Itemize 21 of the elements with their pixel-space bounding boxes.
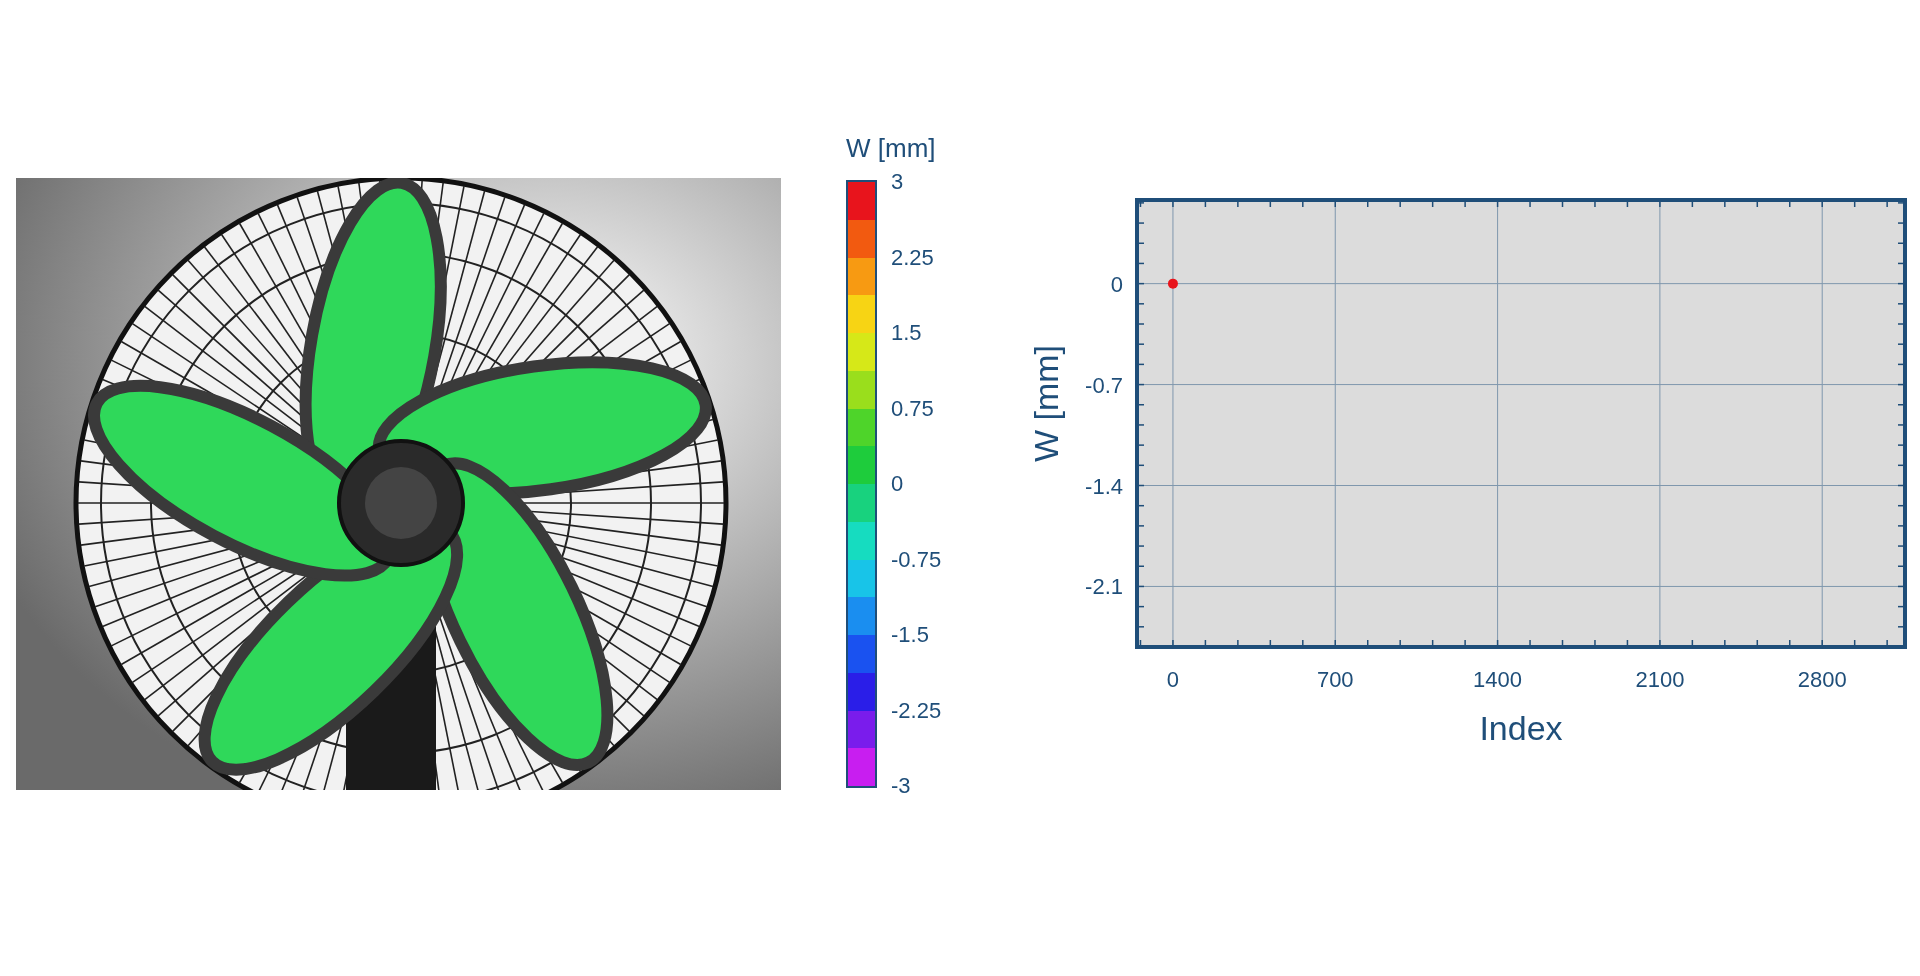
- x-tick-label: 0: [1166, 667, 1180, 692]
- x-tick-label: 2100: [1635, 667, 1685, 692]
- colorbar-label: 0.75: [891, 395, 935, 422]
- y-tick-label: 0: [1110, 271, 1123, 297]
- colorbar-label: 2.25: [891, 244, 935, 271]
- colorbar-label: 3: [891, 169, 905, 195]
- colorbar-label: 0: [891, 471, 905, 497]
- colorbar-label: 1.5: [891, 320, 923, 346]
- colorbar-label: -0.75: [891, 546, 942, 573]
- colorbar-label: -1.5: [891, 622, 930, 648]
- y-axis-label: W [mm]: [1030, 344, 1065, 463]
- x-tick-label: 1400: [1473, 667, 1523, 692]
- y-tick-label: -0.7: [1085, 372, 1123, 398]
- x-axis-label: Index: [1479, 709, 1563, 747]
- x-tick-label: 2800: [1797, 667, 1847, 692]
- y-tick-label: -2.1: [1085, 574, 1123, 600]
- y-tick-label: -1.4: [1085, 473, 1123, 499]
- colorbar-label: -3: [891, 773, 912, 799]
- colorbar-title: W [mm]: [846, 133, 937, 163]
- x-tick-label: 700: [1316, 667, 1354, 692]
- colorbar-label: -2.25: [891, 697, 942, 724]
